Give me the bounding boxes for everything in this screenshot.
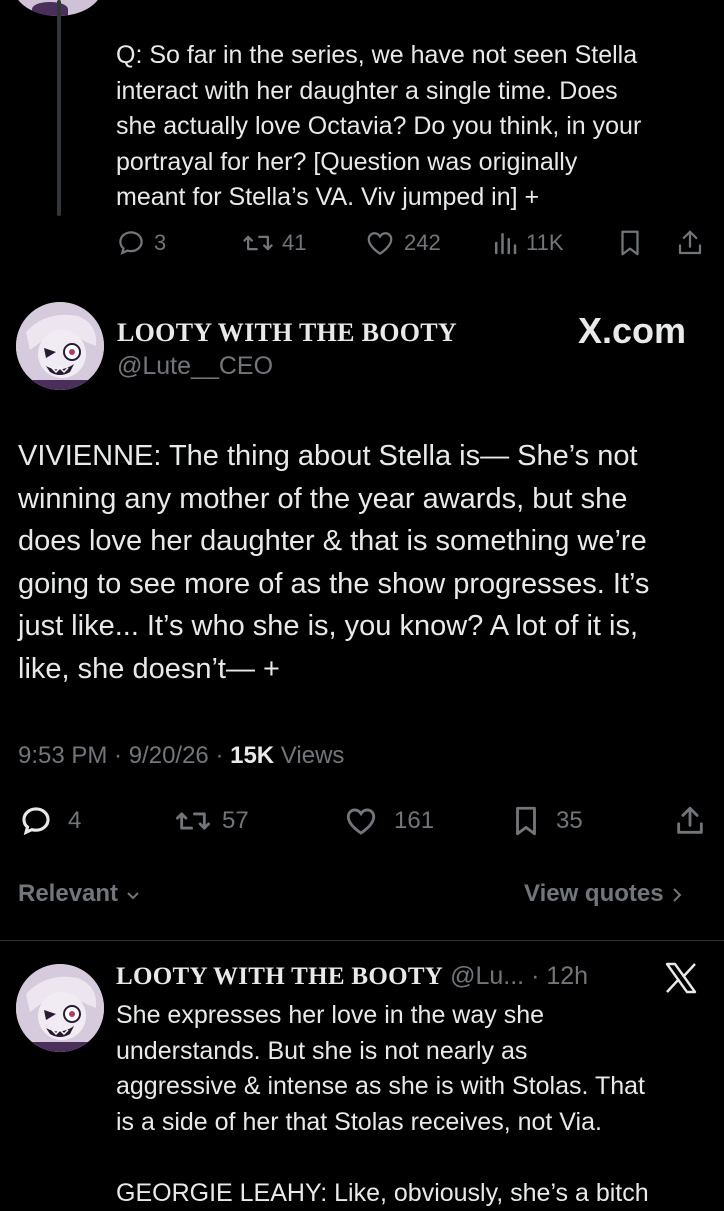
share-icon	[678, 230, 702, 255]
post-time[interactable]: 9:53 PM · 9/20/26 ·	[18, 742, 230, 769]
views-icon	[495, 233, 517, 255]
divider	[0, 940, 724, 941]
bookmark-icon	[621, 230, 639, 256]
watermark: X.com	[578, 310, 687, 351]
x-logo-icon	[665, 962, 697, 994]
main-share-button[interactable]	[674, 804, 706, 838]
view-quotes-label: View quotes	[524, 880, 664, 907]
reply-icon	[22, 807, 50, 836]
reply-header: LOOTY WITH THE BOOTY @Lu... · 12h	[116, 962, 588, 991]
main-like-count: 161	[394, 807, 435, 834]
thread-line	[57, 0, 61, 216]
reply-icon	[119, 231, 143, 256]
avatar-image	[16, 964, 104, 1052]
views-label: Views	[274, 742, 345, 769]
sort-relevant-dropdown[interactable]: Relevant	[18, 880, 141, 908]
repost-icon	[176, 812, 210, 830]
like-icon	[367, 232, 393, 255]
author-handle[interactable]: @Lute__CEO	[117, 352, 273, 381]
like-count: 242	[404, 230, 441, 255]
main-reply-count: 4	[68, 807, 82, 834]
share-icon	[677, 806, 703, 834]
like-button[interactable]: 242	[364, 228, 441, 258]
views-total: 15K	[230, 742, 275, 769]
post-text: VIVIENNE: The thing about Stella is— She…	[18, 440, 650, 685]
reply-author-name[interactable]: LOOTY WITH THE BOOTY	[116, 963, 443, 990]
reply-text: She expresses her love in the way she un…	[116, 1001, 649, 1207]
main-repost-button[interactable]: 57	[174, 804, 249, 838]
post-meta: 9:53 PM · 9/20/26 · 15K Views	[18, 742, 344, 770]
main-bookmark-button[interactable]: 35	[510, 804, 583, 838]
question-text: Q: So far in the series, we have not see…	[116, 41, 642, 211]
views-count: 11K	[526, 230, 564, 255]
bookmark-icon	[516, 806, 536, 836]
main-like-button[interactable]: 161	[342, 804, 434, 838]
author-name[interactable]: LOOTY WITH THE BOOTY	[117, 318, 457, 348]
reply-author-avatar[interactable]	[16, 964, 104, 1052]
reply-handle-time[interactable]: @Lu... · 12h	[450, 962, 588, 990]
like-icon	[346, 808, 376, 835]
views-button[interactable]: 11K	[492, 228, 564, 258]
view-quotes-link[interactable]: View quotes	[524, 880, 684, 908]
chevron-down-icon	[127, 891, 139, 900]
main-repost-count: 57	[222, 807, 249, 834]
avatar-image	[16, 302, 104, 390]
main-bookmark-count: 35	[556, 807, 583, 834]
chevron-right-icon	[673, 887, 682, 902]
share-button[interactable]	[676, 228, 704, 258]
author-avatar[interactable]	[16, 302, 104, 390]
bookmark-button[interactable]	[616, 228, 644, 258]
x-logo	[664, 962, 698, 999]
repost-button[interactable]: 41	[242, 228, 306, 258]
repost-icon	[243, 235, 273, 251]
reply-count: 3	[154, 230, 167, 255]
sort-label: Relevant	[18, 880, 119, 907]
reply-button[interactable]: 3	[116, 228, 166, 258]
main-reply-button[interactable]: 4	[18, 804, 81, 838]
repost-count: 41	[282, 230, 307, 255]
